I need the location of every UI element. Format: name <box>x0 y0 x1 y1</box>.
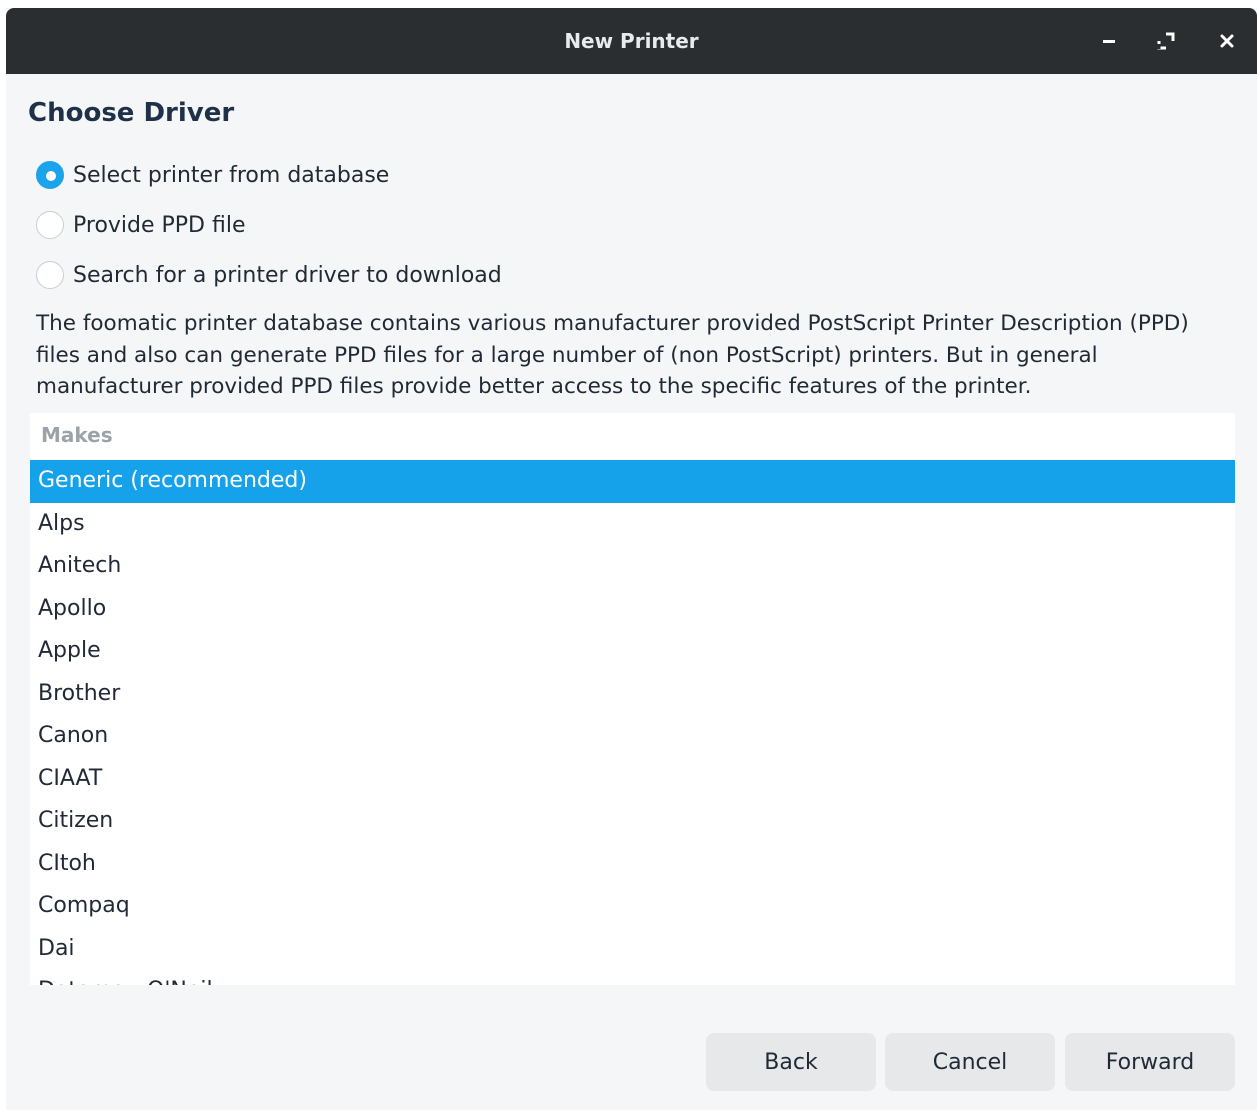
description-text: The foomatic printer database contains v… <box>36 311 1189 399</box>
list-item[interactable]: Canon <box>30 715 1235 758</box>
option-search-driver-download[interactable]: Search for a printer driver to download <box>36 258 502 292</box>
forward-button[interactable]: Forward <box>1065 1033 1235 1091</box>
close-button[interactable] <box>1212 26 1242 56</box>
window-title: New Printer <box>564 29 699 53</box>
minimize-button[interactable] <box>1094 26 1124 56</box>
list-item[interactable]: Datamax-O'Neil <box>30 970 1235 985</box>
option-select-from-database[interactable]: Select printer from database <box>36 158 389 192</box>
list-item[interactable]: Compaq <box>30 885 1235 928</box>
minimize-icon <box>1103 40 1115 43</box>
list-item[interactable]: Dai <box>30 928 1235 971</box>
radio-button-checked[interactable] <box>36 161 64 189</box>
list-item-selected[interactable]: Generic (recommended) <box>30 460 1235 503</box>
list-item[interactable]: Alps <box>30 503 1235 546</box>
maximize-button[interactable] <box>1151 26 1181 56</box>
option-label: Provide PPD file <box>73 212 246 238</box>
makes-column-header[interactable]: Makes <box>30 413 1235 460</box>
new-printer-dialog: New Printer Choose Driver Select printer… <box>6 8 1257 1110</box>
list-item[interactable]: CIAAT <box>30 758 1235 801</box>
back-button[interactable]: Back <box>706 1033 876 1091</box>
list-item[interactable]: Anitech <box>30 545 1235 588</box>
makes-list[interactable]: Makes Generic (recommended) Alps Anitech… <box>30 413 1235 985</box>
cancel-button[interactable]: Cancel <box>885 1033 1055 1091</box>
page-heading: Choose Driver <box>28 98 235 128</box>
list-item[interactable]: Brother <box>30 673 1235 716</box>
list-item[interactable]: Apple <box>30 630 1235 673</box>
list-item[interactable]: Citizen <box>30 800 1235 843</box>
option-label: Select printer from database <box>73 162 390 188</box>
option-label: Search for a printer driver to download <box>73 262 502 288</box>
maximize-icon <box>1157 32 1175 50</box>
radio-button[interactable] <box>36 261 64 289</box>
title-bar[interactable]: New Printer <box>6 8 1257 74</box>
close-icon <box>1220 34 1234 48</box>
list-item[interactable]: CItoh <box>30 843 1235 886</box>
option-provide-ppd-file[interactable]: Provide PPD file <box>36 208 246 242</box>
radio-button[interactable] <box>36 211 64 239</box>
list-item[interactable]: Apollo <box>30 588 1235 631</box>
